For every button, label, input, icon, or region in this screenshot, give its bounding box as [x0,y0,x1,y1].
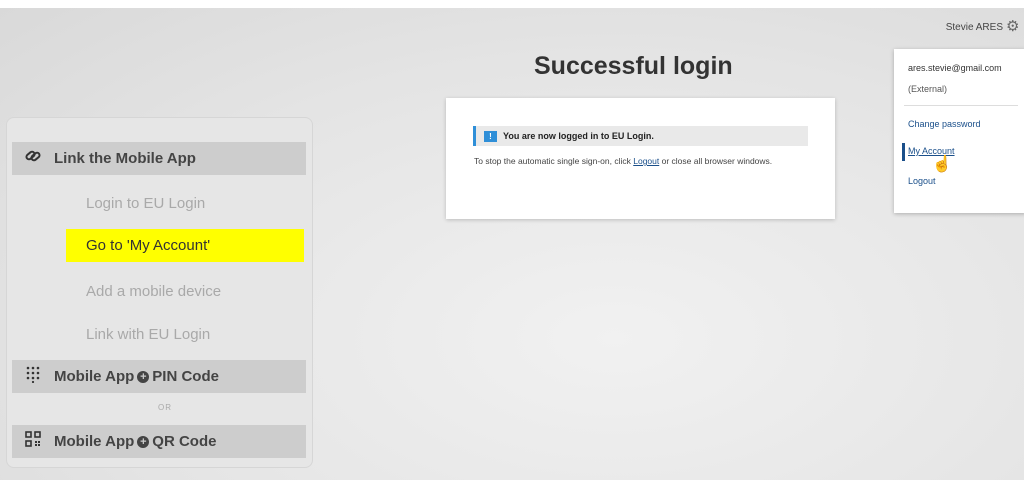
sso-instructions: To stop the automatic single sign-on, cl… [474,155,794,168]
gear-icon[interactable]: ⚙ [1006,19,1020,34]
sso-text-after: or close all browser windows. [661,156,773,166]
qr-suffix: QR Code [152,433,217,450]
sso-logout-link[interactable]: Logout [633,156,659,166]
step-header-label: Link the Mobile App [54,150,196,167]
info-message-text: You are now logged in to EU Login. [503,131,654,141]
step-header-qr-code: Mobile App + QR Code [12,425,306,458]
change-password-link[interactable]: Change password [908,119,981,129]
qr-prefix: Mobile App [54,433,135,450]
step-add-device: Add a mobile device [86,283,222,300]
plus-icon: + [137,435,150,448]
keypad-icon [12,365,54,388]
or-separator: OR [158,403,172,412]
user-menu-trigger[interactable]: Stevie ARES ⚙ [946,19,1020,34]
sso-text-before: To stop the automatic single sign-on, cl… [474,156,631,166]
active-indicator [902,143,905,161]
link-icon [12,147,54,170]
info-message: ! You are now logged in to EU Login. [473,126,808,146]
step-header-pin-code: Mobile App + PIN Code [12,360,306,393]
logout-menu-link[interactable]: Logout [908,176,936,186]
user-dropdown-menu: ares.stevie@gmail.com (External) Change … [894,49,1024,213]
page-title: Successful login [534,52,733,80]
hand-cursor-icon: ☝ [932,156,952,173]
user-name[interactable]: Stevie ARES [946,22,1003,33]
login-success-card: ! You are now logged in to EU Login. To … [446,98,835,219]
menu-divider [904,105,1018,106]
screen-background: Stevie ARES ⚙ ares.stevie@gmail.com (Ext… [0,8,1024,480]
step-go-my-account: Go to 'My Account' [66,229,304,262]
step-header-link-mobile-app: Link the Mobile App [12,142,306,175]
account-type: (External) [908,84,948,94]
step-link-eu: Link with EU Login [86,326,211,343]
plus-icon: + [137,370,150,383]
pin-prefix: Mobile App [54,368,135,385]
user-email: ares.stevie@gmail.com [908,63,1002,73]
step-login-eu: Login to EU Login [86,195,206,212]
info-icon: ! [484,130,497,142]
qr-code-icon [12,431,54,452]
pin-suffix: PIN Code [152,368,219,385]
